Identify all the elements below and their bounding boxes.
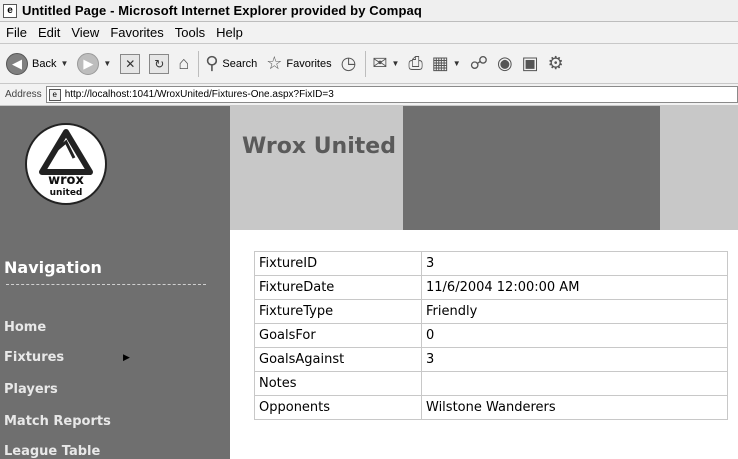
table-row: GoalsAgainst 3 [254,347,728,372]
extra-tool-button[interactable]: ⚙ [548,53,564,74]
field-value: Friendly [421,299,728,324]
back-arrow-icon: ◀ [6,52,28,75]
print-button[interactable]: ⎙ [408,53,422,74]
history-button[interactable]: ◷ [341,53,357,74]
navigation-heading: Navigation [4,258,102,277]
media-button[interactable]: ▣ [522,53,539,74]
mail-dropdown-icon[interactable]: ▼ [391,59,399,68]
table-row: Opponents Wilstone Wanderers [254,395,728,420]
menu-tools[interactable]: Tools [175,25,205,40]
menu-help[interactable]: Help [216,25,243,40]
web-page: wrox united Wrox United Navigation Home … [0,106,738,459]
table-row: GoalsFor 0 [254,323,728,348]
back-button[interactable]: ◀ Back ▼ [6,52,68,75]
logo-area: wrox united [0,106,230,230]
menu-favorites[interactable]: Favorites [110,25,163,40]
navigation-sidebar: Navigation Home Fixtures ▶ Players Match… [0,230,230,459]
mail-icon: ✉ [372,53,388,73]
search-button[interactable]: ⚲ Search [205,53,257,74]
favorites-button[interactable]: ☆ Favorites [266,53,331,74]
field-name: GoalsFor [254,323,422,348]
research-icon: ☍ [469,53,488,73]
field-value [421,371,728,396]
menu-edit[interactable]: Edit [38,25,60,40]
toolbar-separator [198,50,200,77]
stop-button[interactable]: ✕ [120,53,141,74]
mail-button[interactable]: ✉ ▼ [372,53,399,74]
field-name: Notes [254,371,422,396]
table-row: FixtureType Friendly [254,299,728,324]
nav-link-home[interactable]: Home [4,320,46,335]
tool-icon: ⚙ [547,53,564,73]
address-url: http://localhost:1041/WroxUnited/Fixture… [64,89,334,100]
star-icon: ☆ [266,53,283,73]
discuss-icon: ◉ [496,53,513,73]
nav-link-fixtures[interactable]: Fixtures [4,350,64,365]
field-name: GoalsAgainst [254,347,422,372]
browser-window: e Untitled Page - Microsoft Internet Exp… [0,0,738,459]
table-row: FixtureID 3 [254,251,728,276]
nav-link-league-table[interactable]: League Table [4,444,100,459]
edit-button[interactable]: ▦ ▼ [432,53,461,74]
forward-dropdown-icon[interactable]: ▼ [103,59,111,68]
refresh-button[interactable]: ↻ [149,53,170,74]
field-value: 0 [421,323,728,348]
wrox-united-logo[interactable]: wrox united [18,114,118,214]
field-name: FixtureID [254,251,422,276]
address-label: Address [5,89,42,100]
site-title: Wrox United [242,134,396,159]
history-icon: ◷ [340,53,357,73]
field-value: 11/6/2004 12:00:00 AM [421,275,728,300]
content-area: FixtureID 3 FixtureDate 11/6/2004 12:00:… [230,230,738,459]
submenu-arrow-icon[interactable]: ▶ [123,352,130,363]
menu-view[interactable]: View [71,25,99,40]
search-label: Search [222,57,258,70]
header-dark-band [403,106,660,230]
menu-bar: File Edit View Favorites Tools Help [0,22,738,44]
print-icon: ⎙ [408,53,423,73]
address-bar: Address e http://localhost:1041/WroxUnit… [0,84,738,106]
back-label: Back [32,57,57,70]
field-value: Wilstone Wanderers [421,395,728,420]
toolbar: ◀ Back ▼ ▶ ▼ ✕ ↻ ⌂ ⚲ Search ☆ Favorites … [0,44,738,84]
messenger-button[interactable]: ◉ [497,53,513,74]
menu-file[interactable]: File [6,25,27,40]
field-name: Opponents [254,395,422,420]
back-dropdown-icon[interactable]: ▼ [60,59,68,68]
field-value: 3 [421,251,728,276]
field-name: FixtureDate [254,275,422,300]
table-row: FixtureDate 11/6/2004 12:00:00 AM [254,275,728,300]
nav-link-players[interactable]: Players [4,382,58,397]
page-icon: e [48,88,61,101]
logo-text-2: united [50,188,83,198]
search-icon: ⚲ [205,53,219,73]
research-button[interactable]: ☍ [470,53,488,74]
nav-link-match-reports[interactable]: Match Reports [4,414,111,429]
forward-arrow-icon: ▶ [77,52,100,75]
stop-icon: ✕ [120,53,141,74]
field-name: FixtureType [254,299,422,324]
refresh-icon: ↻ [149,53,170,74]
forward-button[interactable]: ▶ ▼ [77,52,111,75]
field-value: 3 [421,347,728,372]
edit-dropdown-icon[interactable]: ▼ [453,59,461,68]
favorites-label: Favorites [286,57,332,70]
ie-page-icon: e [3,3,17,18]
window-title: Untitled Page - Microsoft Internet Explo… [22,3,422,18]
fixture-details-table: FixtureID 3 FixtureDate 11/6/2004 12:00:… [254,251,728,420]
header-right-band [660,106,738,230]
toolbar-separator-2 [365,50,367,77]
address-input[interactable]: e http://localhost:1041/WroxUnited/Fixtu… [45,86,738,103]
home-button[interactable]: ⌂ [178,53,189,74]
title-bar: e Untitled Page - Microsoft Internet Exp… [0,0,738,22]
media-icon: ▣ [521,53,539,73]
edit-icon: ▦ [431,53,449,73]
home-icon: ⌂ [178,53,190,73]
table-row: Notes [254,371,728,396]
logo-text-1: wrox [48,173,84,188]
nav-divider [6,284,206,285]
